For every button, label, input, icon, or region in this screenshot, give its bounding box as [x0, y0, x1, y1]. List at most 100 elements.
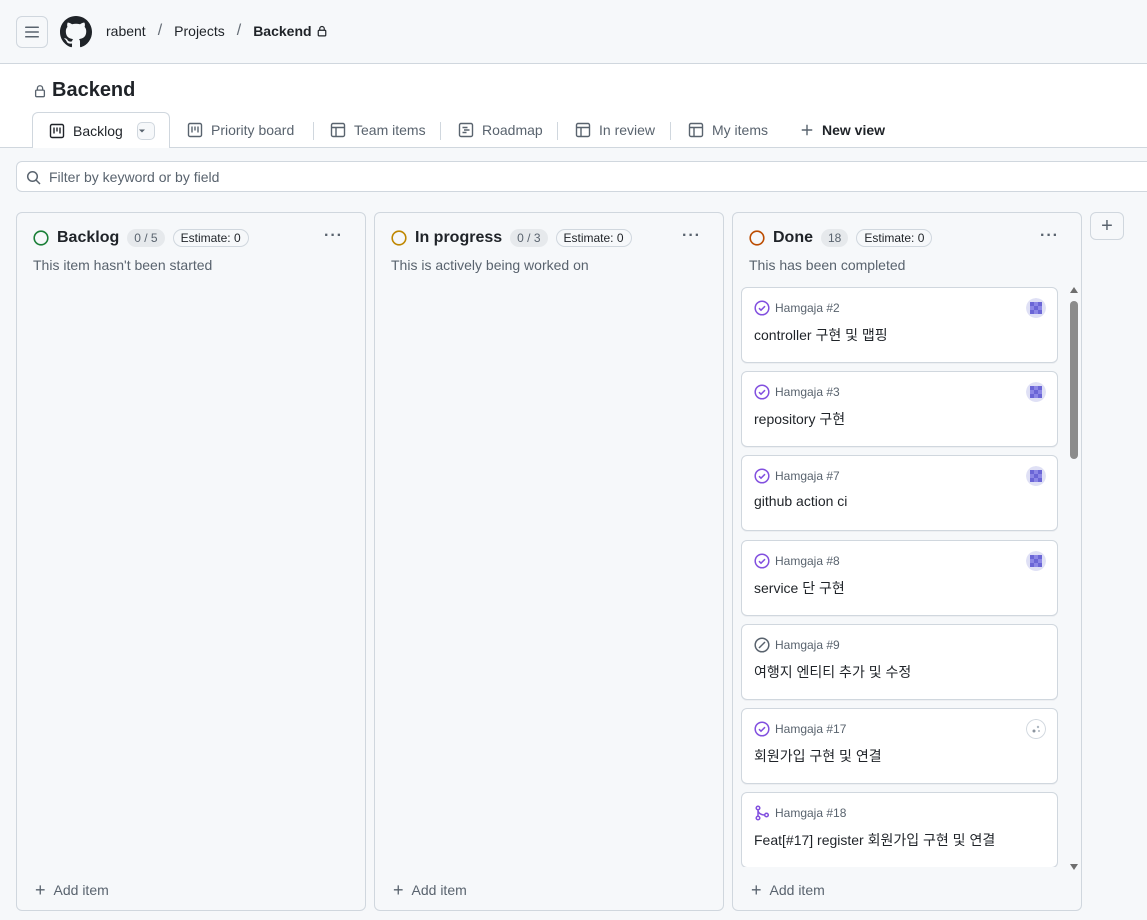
breadcrumb-owner[interactable]: rabent — [106, 23, 146, 39]
tab-label: New view — [822, 122, 886, 138]
column-name: Backlog — [57, 229, 120, 246]
column-backlog: Backlog 0 / 5 Estimate: 0 ··· This item … — [16, 212, 366, 911]
tab-my-items[interactable]: My items — [688, 112, 768, 148]
card-meta: Hamgaja #18 — [754, 805, 846, 821]
purple-identicon-avatar[interactable] — [1026, 551, 1046, 571]
column-header: Done 18 Estimate: 0 — [749, 229, 933, 247]
not-planned-icon — [754, 637, 770, 653]
card-ref: Hamgaja #2 — [775, 301, 840, 315]
status-circle-icon — [33, 230, 49, 246]
project-title: Backend — [33, 79, 135, 102]
add-item-label: Add item — [53, 882, 109, 898]
scroll-down-arrow[interactable] — [1070, 864, 1078, 870]
card-title[interactable]: service 단 구현 — [754, 578, 845, 598]
closed-issue-icon — [754, 553, 770, 569]
project-title-label: Backend — [52, 79, 136, 101]
tab-backlog[interactable]: Backlog — [32, 112, 170, 149]
purple-identicon-avatar[interactable] — [1026, 298, 1046, 318]
add-item-button[interactable]: + Add item — [35, 880, 109, 900]
column-name: In progress — [415, 229, 503, 246]
card[interactable]: Hamgaja #2 controller 구현 및 맵핑 — [741, 287, 1058, 363]
card-title[interactable]: 여행지 엔티티 추가 및 수정 — [754, 662, 911, 682]
card-title[interactable]: Feat[#17] register 회원가입 구현 및 연결 — [754, 830, 995, 850]
card-list-scrollbar[interactable] — [1068, 285, 1080, 870]
card[interactable]: Hamgaja #9 여행지 엔티티 추가 및 수정 — [741, 624, 1058, 700]
tab-label: In review — [599, 122, 656, 138]
filter-input[interactable] — [49, 168, 1147, 185]
github-logo-icon[interactable] — [60, 16, 92, 48]
breadcrumb-current[interactable]: Backend — [253, 23, 327, 39]
card[interactable]: Hamgaja #8 service 단 구현 — [741, 540, 1058, 616]
purple-identicon-avatar[interactable] — [1026, 466, 1046, 486]
add-column-button[interactable]: + — [1090, 212, 1124, 240]
card-meta: Hamgaja #17 — [754, 721, 846, 737]
hamburger-icon — [25, 26, 39, 38]
board-icon — [49, 123, 65, 138]
column-in-progress: In progress 0 / 3 Estimate: 0 ··· This i… — [374, 212, 724, 911]
closed-issue-icon — [754, 721, 770, 737]
count-badge: 0 / 5 — [127, 229, 165, 247]
tab-priority-board[interactable]: Priority board — [187, 112, 294, 148]
card-ref: Hamgaja #7 — [775, 469, 840, 483]
tab-in-review[interactable]: In review — [575, 112, 655, 148]
add-item-button[interactable]: + Add item — [393, 880, 467, 900]
status-circle-icon — [749, 230, 765, 246]
add-item-button[interactable]: + Add item — [751, 880, 825, 900]
plus-icon: + — [751, 880, 762, 900]
tab-divider — [313, 122, 314, 140]
card[interactable]: Hamgaja #7 github action ci — [741, 455, 1058, 531]
card-ref: Hamgaja #3 — [775, 385, 840, 399]
plus-icon: + — [35, 880, 46, 900]
card-title[interactable]: 회원가입 구현 및 연결 — [754, 746, 882, 766]
count-badge: 0 / 3 — [510, 229, 548, 247]
tab-team-items[interactable]: Team items — [330, 112, 426, 148]
column-description: This has been completed — [749, 257, 906, 273]
breadcrumb-projects[interactable]: Projects — [174, 23, 225, 39]
scroll-up-arrow[interactable] — [1070, 287, 1078, 293]
new-view-button[interactable]: New view — [800, 112, 885, 148]
lock-icon — [317, 25, 326, 37]
purple-identicon-avatar[interactable] — [1026, 382, 1046, 402]
card[interactable]: Hamgaja #17 회원가입 구현 및 연결 — [741, 708, 1058, 784]
column-more-icon[interactable]: ··· — [682, 227, 701, 245]
breadcrumb-current-label: Backend — [253, 23, 312, 39]
column-more-icon[interactable]: ··· — [324, 227, 343, 245]
card[interactable]: Hamgaja #3 repository 구현 — [741, 371, 1058, 447]
column-header: Backlog 0 / 5 Estimate: 0 — [33, 229, 249, 247]
estimate-badge: Estimate: 0 — [856, 229, 933, 247]
card[interactable]: Hamgaja #18 Feat[#17] register 회원가입 구현 및… — [741, 792, 1058, 867]
column-more-icon[interactable]: ··· — [1040, 227, 1059, 245]
card-title[interactable]: github action ci — [754, 493, 847, 509]
add-item-label: Add item — [769, 882, 825, 898]
card-title[interactable]: controller 구현 및 맵핑 — [754, 325, 888, 345]
count-badge: 18 — [821, 229, 849, 247]
column-name: Done — [773, 229, 813, 246]
view-options-button[interactable] — [136, 121, 155, 140]
filter-bar[interactable] — [16, 161, 1147, 192]
card-meta: Hamgaja #2 — [754, 300, 840, 316]
plus-icon: + — [1101, 214, 1113, 237]
tab-label: My items — [712, 122, 768, 138]
add-item-label: Add item — [411, 882, 467, 898]
light-identicon-avatar[interactable] — [1026, 719, 1046, 739]
tab-label: Roadmap — [482, 122, 543, 138]
card-ref: Hamgaja #18 — [775, 806, 847, 820]
estimate-badge: Estimate: 0 — [172, 229, 249, 247]
breadcrumb: rabent / Projects / Backend — [106, 22, 328, 40]
tab-divider — [440, 122, 441, 140]
tab-roadmap[interactable]: Roadmap — [458, 112, 543, 148]
menu-button[interactable] — [16, 16, 48, 48]
card-title[interactable]: repository 구현 — [754, 409, 845, 429]
tab-divider — [670, 122, 671, 140]
closed-issue-icon — [754, 468, 770, 484]
table-icon — [575, 122, 591, 138]
column-description: This item hasn't been started — [33, 257, 213, 273]
breadcrumb-separator: / — [236, 22, 242, 39]
column-header: In progress 0 / 3 Estimate: 0 — [391, 229, 632, 247]
scroll-thumb[interactable] — [1070, 301, 1078, 459]
tab-label: Team items — [354, 122, 426, 138]
card-meta: Hamgaja #9 — [754, 637, 840, 653]
estimate-badge: Estimate: 0 — [555, 229, 632, 247]
plus-icon: + — [393, 880, 404, 900]
tab-label: Backlog — [73, 122, 123, 139]
